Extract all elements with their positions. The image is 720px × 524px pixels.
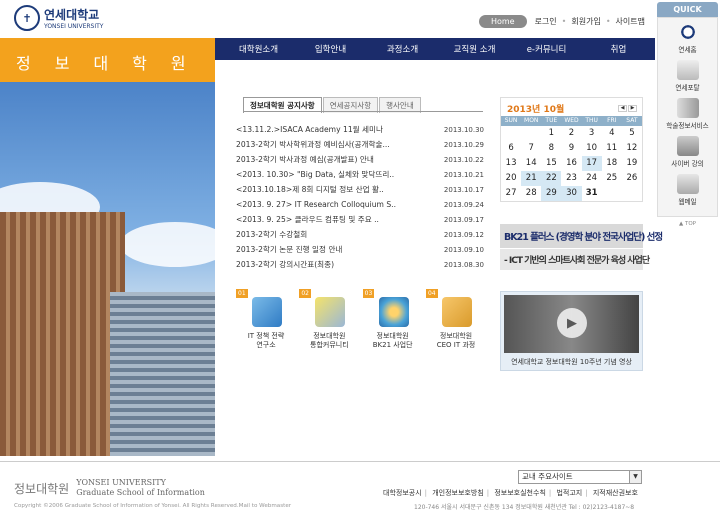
quick-link-ceo-it[interactable]: 04 정보대학원 CEO IT 과정 [425, 289, 486, 359]
chevron-down-icon[interactable]: ▼ [629, 471, 641, 483]
quick-links: 01 IT 정책 전략 연구소 02 정보대학원 통합커뮤니티 03 정보대학원 BK… [236, 289, 486, 359]
footer: 정보대학원 YONSEI UNIVERSITY Graduate School o… [0, 461, 720, 524]
footer-link[interactable]: 개인정보보호방침 [432, 489, 484, 497]
site-title[interactable]: 정보대학원 [16, 50, 210, 74]
seal-icon [676, 22, 699, 42]
home-button[interactable]: Home [478, 15, 527, 28]
quick-item-yonsei-home[interactable]: 연세홈 [658, 22, 717, 54]
video-thumbnail[interactable]: ▶ [504, 295, 639, 353]
nav-item-about[interactable]: 대학원소개 [215, 43, 287, 55]
calendar-week: 6 7 8 9 10 11 12 [508, 143, 638, 153]
globe-icon [378, 297, 409, 327]
footer-logo: 정보대학원 YONSEI UNIVERSITY Graduate School o… [14, 478, 205, 497]
campus-photo [0, 82, 215, 456]
list-item[interactable]: 2013-2학기 논문 진행 일정 안내 2013.09.10 [236, 242, 484, 257]
copyright: Copyright ©2006 Graduate School of Infor… [14, 503, 292, 509]
calendar-week: 13 14 15 16 17 18 19 [501, 156, 642, 171]
address: 120-746 서울시 서대문구 신촌동 134 정보대학원 새천년관 Tel … [414, 504, 635, 511]
up-arrow-icon: ▲ [679, 221, 684, 227]
list-item[interactable]: <2013. 9. 25> 클라우드 컴퓨팅 및 주요 .. 2013.09.17 [236, 212, 484, 227]
notice-list: <13.11.2.>ISACA Academy 11월 세미나 2013.10.3… [236, 122, 484, 272]
qa-icon [315, 297, 346, 327]
main-nav: 대학원소개 입학안내 과정소개 교직원 소개 e-커뮤니티 취업 [215, 38, 655, 60]
list-item[interactable]: 2013-2학기 박사학위과정 예비심사(공개학술... 2013.10.29 [236, 137, 484, 152]
top-bar: ✝ 연세대학교 YONSEI UNIVERSITY Home 로그인 • 회원가… [0, 0, 720, 38]
book-icon [441, 297, 472, 327]
calendar-week: 27 28 29 30 31 [501, 186, 642, 201]
seal-icon: ✝ [14, 5, 40, 31]
footer-link[interactable]: 대학정보공시 [383, 489, 422, 497]
play-icon[interactable]: ▶ [557, 308, 587, 338]
quick-link-bk21[interactable]: 03 정보대학원 BK21 사업단 [362, 289, 423, 359]
utility-links: Home 로그인 • 회원가입 • 사이트맵 [478, 15, 645, 28]
quick-item-cyber-lecture[interactable]: 사이버 강의 [658, 136, 717, 168]
chart-magnifier-icon [252, 297, 282, 327]
logo-english: YONSEI UNIVERSITY [44, 23, 104, 30]
quick-item-webmail[interactable]: 웹메일 [658, 174, 717, 206]
nav-item-career[interactable]: 취업 [575, 43, 647, 55]
quick-panel: QUICK 연세홈 연세포탈 학술정보서비스 사이버 강의 웹메일 ▲ TOP [655, 0, 720, 227]
top-button[interactable]: ▲ TOP [655, 221, 720, 227]
quick-item-portal[interactable]: 연세포탈 [658, 60, 717, 92]
books-icon [676, 98, 699, 118]
logo-korean: 연세대학교 [44, 8, 100, 22]
prev-month-icon[interactable]: ◀ [618, 105, 627, 112]
anniversary-video[interactable]: ▶ 연세대학교 정보대학원 10주년 기념 영상 [500, 291, 643, 371]
next-month-icon[interactable]: ▶ [628, 105, 637, 112]
calendar-weekdays: SUN MON TUE WED THU FRI SAT [501, 116, 642, 126]
quick-link-community[interactable]: 02 정보대학원 통합커뮤니티 [299, 289, 359, 359]
quick-panel-title: QUICK [657, 2, 718, 17]
nav-item-courses[interactable]: 과정소개 [359, 43, 431, 55]
video-caption: 연세대학교 정보대학원 10주년 기념 영상 [511, 358, 632, 366]
related-sites-select[interactable]: 교내 주요사이트 ▼ [518, 470, 642, 484]
quick-link-it-policy[interactable]: 01 IT 정책 전략 연구소 [236, 289, 296, 359]
footer-link[interactable]: 지적재산권보호 [593, 489, 638, 497]
list-item[interactable]: 2013-2학기 강의시간표(최종) 2013.08.30 [236, 257, 484, 272]
portal-icon [676, 60, 699, 80]
bk21-banner[interactable]: BK21 플러스 (경영학 분야 전국사업단) 선정 - ICT 기반의 스마트… [500, 224, 663, 272]
footer-link[interactable]: 법적고지 [556, 489, 582, 497]
footer-links: 대학정보공시 | 개인정보보호방침 | 정보보호실천수칙 | 법적고지 | 지적재산권보… [383, 489, 638, 497]
list-item[interactable]: 2013-2학기 수강철회 2013.09.12 [236, 227, 484, 242]
calendar-week: 12345 [548, 128, 635, 138]
nav-item-admission[interactable]: 입학안내 [287, 43, 359, 55]
university-logo[interactable]: ✝ 연세대학교 YONSEI UNIVERSITY [14, 5, 103, 31]
mail-icon [676, 174, 699, 194]
quick-item-library[interactable]: 학술정보서비스 [658, 98, 717, 130]
list-item[interactable]: 2013-2학기 박사과정 예심(공개발표) 안내 2013.10.22 [236, 152, 484, 167]
list-item[interactable]: <2013. 10.30> "Big Data, 실체와 맞닥뜨리.. 2013.… [236, 167, 484, 182]
list-item[interactable]: <2013.10.18>제 8회 디지털 정보 산업 활.. 2013.10.17 [236, 182, 484, 197]
footer-link[interactable]: 정보보호실천수칙 [494, 489, 546, 497]
nav-item-community[interactable]: e-커뮤니티 [503, 43, 575, 55]
event-calendar: 2013년 10월 ◀ ▶ SUN MON TUE WED THU FRI SAT 1234… [500, 97, 643, 202]
login-link[interactable]: 로그인 [535, 16, 557, 27]
calendar-week: 20 21 22 23 24 25 26 [501, 171, 642, 186]
monitor-icon [676, 136, 699, 156]
nav-item-faculty[interactable]: 교직원 소개 [431, 43, 503, 55]
list-item[interactable]: <13.11.2.>ISACA Academy 11월 세미나 2013.10.3… [236, 122, 484, 137]
sitemap-link[interactable]: 사이트맵 [616, 16, 645, 27]
signup-link[interactable]: 회원가입 [571, 16, 600, 27]
list-item[interactable]: <2013. 9. 27> IT Research Colloquium S..… [236, 197, 484, 212]
